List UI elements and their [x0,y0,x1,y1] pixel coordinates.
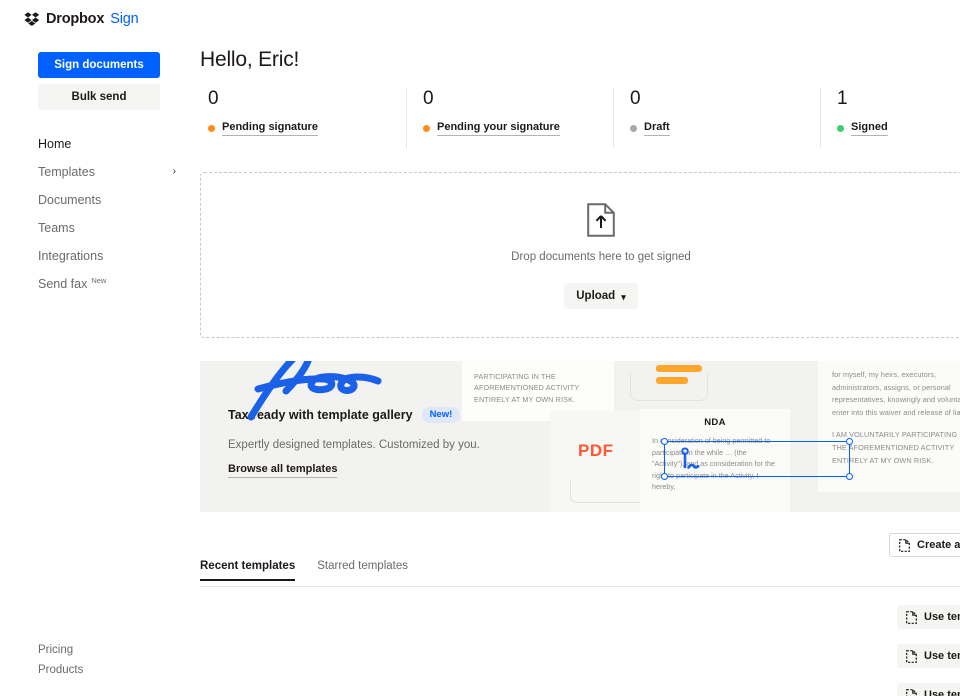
stat-label[interactable]: Pending signature [222,121,318,136]
promo-title: Tax ready with template gallery [228,407,413,422]
footer-link-pricing[interactable]: Pricing [0,640,192,660]
document-icon [906,610,917,624]
resize-handle-top-left[interactable] [661,438,668,445]
sign-documents-button[interactable]: Sign documents [38,52,160,78]
brand-logo[interactable]: Dropbox Sign [24,9,139,29]
status-dot [630,125,637,132]
upload-button[interactable]: Upload ▾ [564,283,638,309]
waiver-paragraph-1: for myself, my heirs, executors, adminis… [832,370,960,417]
chevron-right-icon: › [172,166,176,177]
pdf-label: PDF [578,441,614,460]
stat-pending-your-signature[interactable]: 0 Pending your signature [407,88,614,148]
orange-bar [656,377,688,384]
orange-bar [656,365,702,372]
status-summary: 0 Pending signature 0 Pending your signa… [200,88,960,148]
template-tabs: Recent templates Starred templates [200,560,960,587]
sidebar-item-integrations[interactable]: Integrations [0,242,192,270]
promo-banner[interactable]: Tax ready with template gallery New! Exp… [200,361,960,512]
new-badge: New [91,275,107,285]
new-chip: New! [421,407,461,423]
sidebar: Dropbox Sign Sign documents Bulk send Ho… [0,0,192,696]
dropzone-text: Drop documents here to get signed [511,251,691,263]
sidebar-item-label: Integrations [38,249,104,263]
brand-name: Dropbox [46,11,105,27]
status-dot [837,125,844,132]
document-icon [899,538,910,552]
promo-subtitle: Expertly designed templates. Customized … [228,438,480,451]
template-list: Use template Use template [200,598,960,696]
browse-all-templates-link[interactable]: Browse all templates [228,463,338,478]
sidebar-item-teams[interactable]: Teams [0,214,192,242]
document-icon [906,649,917,663]
chevron-down-icon: ▾ [621,291,626,302]
document-icon [906,688,917,696]
status-dot [208,125,215,132]
dropbox-sign-dashboard: Dropbox Sign Sign documents Bulk send Ho… [0,0,960,696]
sidebar-item-label: Home [38,137,72,151]
document-dropzone[interactable]: Drop documents here to get signed Upload… [200,172,960,338]
resize-handle-bottom-left[interactable] [661,473,668,480]
stat-signed[interactable]: 1 Signed [821,88,960,148]
footer-link-products[interactable]: Products [0,660,192,680]
stat-label[interactable]: Draft [644,121,670,136]
bulk-send-button[interactable]: Bulk send [38,84,160,110]
sidebar-item-label: Teams [38,221,75,235]
brand-product: Sign [110,11,139,27]
list-item[interactable]: Use template [200,676,960,696]
use-template-label: Use template [924,689,960,696]
document-upload-icon [587,203,615,237]
stat-label[interactable]: Signed [851,121,888,136]
upload-button-label: Upload [576,290,616,302]
resize-handle-bottom-right[interactable] [846,473,853,480]
sidebar-item-documents[interactable]: Documents [0,186,192,214]
stat-count: 0 [423,88,434,109]
stat-pending-signature[interactable]: 0 Pending signature [200,88,407,148]
pdf-tray-shape [570,479,648,503]
use-template-button[interactable]: Use template [897,605,960,629]
promo-art-waiver-text: PARTICIPATING IN THE AFOREMENTIONED ACTI… [474,372,580,404]
signature-pen-icon [681,447,700,469]
stat-count: 0 [208,88,219,109]
tab-starred-templates[interactable]: Starred templates [317,560,408,580]
use-template-label: Use template [924,611,960,623]
stat-draft[interactable]: 0 Draft [614,88,821,148]
main-content: Hello, Eric! 0 Pending signature 0 Pendi… [192,0,960,696]
list-item[interactable]: Use template [200,598,960,637]
sidebar-item-label: Documents [38,193,102,207]
tab-recent-templates[interactable]: Recent templates [200,560,296,581]
create-template-button[interactable]: Create a template [889,533,960,557]
sidebar-item-label: Send fax [38,277,88,291]
stat-count: 0 [630,88,641,109]
page-title: Hello, Eric! [200,48,300,71]
sidebar-item-templates[interactable]: Templates › [0,158,192,186]
use-template-label: Use template [924,650,960,662]
sidebar-item-send-fax[interactable]: Send fax New [0,270,192,298]
sidebar-nav: Home Templates › Documents Teams Integra… [0,130,192,298]
use-template-button[interactable]: Use template [897,644,960,668]
resize-handle-top-right[interactable] [846,438,853,445]
stat-label[interactable]: Pending your signature [437,121,560,136]
signature-field-selection[interactable] [661,438,853,480]
status-dot [423,125,430,132]
promo-art-bars [630,361,810,415]
list-item[interactable]: Use template [200,637,960,676]
sidebar-item-label: Templates [38,165,95,179]
waiver-paragraph-2: I AM VOLUNTARILY PARTICIPATING IN THE AF… [832,430,960,465]
sidebar-item-home[interactable]: Home [0,130,192,158]
use-template-button[interactable]: Use template [897,683,960,696]
dropbox-logo-icon [24,12,40,26]
create-template-label: Create a template [917,539,960,551]
nda-title: NDA [704,417,726,428]
sidebar-footer: Pricing Products [0,640,192,680]
stat-count: 1 [837,88,848,109]
